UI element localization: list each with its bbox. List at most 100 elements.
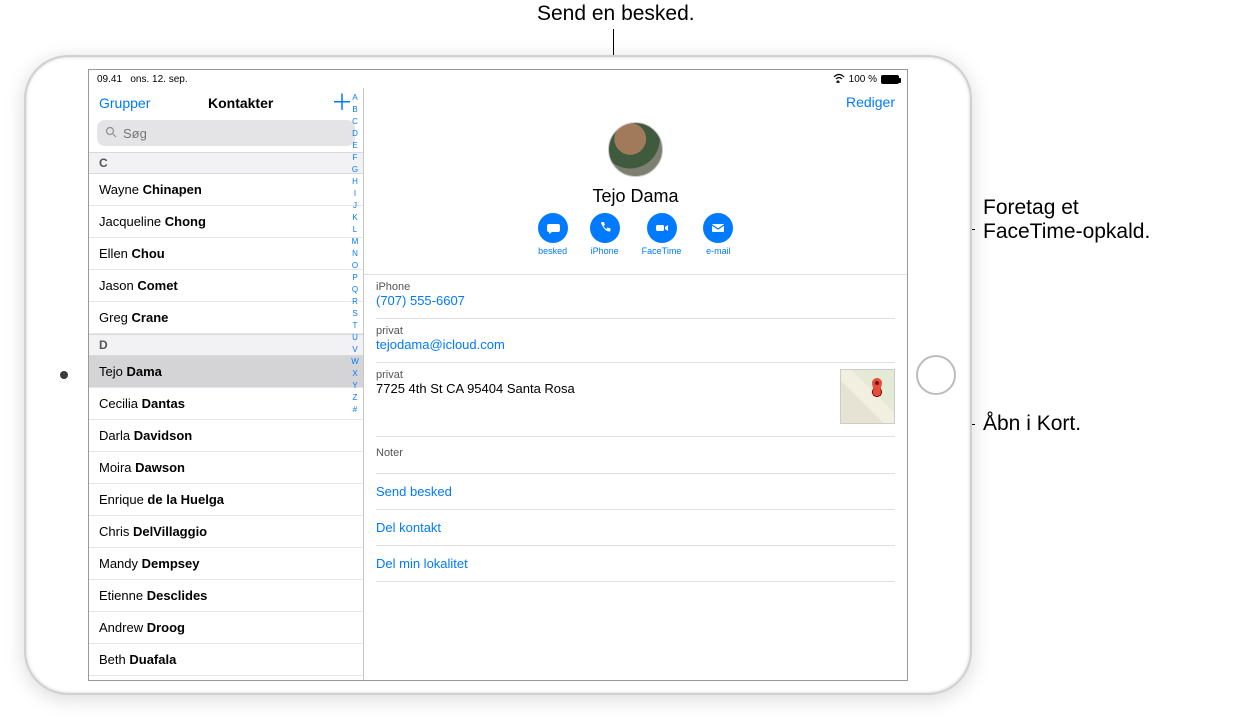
edit-button[interactable]: Rediger (846, 94, 895, 110)
index-letter[interactable]: W (349, 356, 361, 368)
contact-name: Tejo Dama (364, 186, 907, 207)
index-letter[interactable]: L (349, 224, 361, 236)
search-field[interactable] (97, 120, 355, 146)
contact-last: Dawson (135, 460, 185, 475)
alphabet-index[interactable]: ABCDEFGHIJKLMNOPQRSTUVWXYZ# (349, 90, 361, 678)
status-time: 09.41 (97, 74, 122, 85)
index-letter[interactable]: R (349, 296, 361, 308)
section-header: C (89, 152, 363, 174)
contact-first: Wayne (99, 182, 143, 197)
email-button[interactable]: e-mail (703, 213, 733, 256)
contact-row[interactable]: Cecilia Dantas (89, 388, 363, 420)
camera-dot (60, 371, 68, 379)
contact-row[interactable]: Moira Dawson (89, 452, 363, 484)
contact-row[interactable]: Enrique de la Huelga (89, 484, 363, 516)
contact-row[interactable]: Beth Duafala (89, 644, 363, 676)
contact-first: Etienne (99, 588, 147, 603)
index-letter[interactable]: C (349, 116, 361, 128)
contact-last: DelVillaggio (133, 524, 207, 539)
address-field[interactable]: privat 7725 4th St CA 95404 Santa Rosa (376, 363, 895, 437)
index-letter[interactable]: I (349, 188, 361, 200)
contact-last: Davidson (134, 428, 193, 443)
email-field-label: privat (376, 325, 895, 337)
index-letter[interactable]: U (349, 332, 361, 344)
index-letter[interactable]: D (349, 128, 361, 140)
message-icon (538, 213, 568, 243)
contact-first: Cecilia (99, 396, 142, 411)
contact-last: Comet (137, 278, 177, 293)
screen: 09.41 ons. 12. sep. 100 % Grupper Kontak… (88, 69, 908, 681)
send-message-row[interactable]: Send besked (376, 474, 895, 510)
index-letter[interactable]: X (349, 368, 361, 380)
index-letter[interactable]: # (349, 404, 361, 416)
contact-row[interactable]: Chris DelVillaggio (89, 516, 363, 548)
index-letter[interactable]: O (349, 260, 361, 272)
index-letter[interactable]: G (349, 164, 361, 176)
phone-label: iPhone (376, 281, 895, 293)
contact-row[interactable]: Wayne Chinapen (89, 174, 363, 206)
contacts-list[interactable]: CWayne ChinapenJacqueline ChongEllen Cho… (89, 152, 363, 680)
contact-last: Desclides (147, 588, 208, 603)
contact-first: Ellen (99, 246, 132, 261)
index-letter[interactable]: J (349, 200, 361, 212)
map-pin-icon (871, 378, 883, 396)
contact-row[interactable]: Mandy Dempsey (89, 548, 363, 580)
index-letter[interactable]: K (349, 212, 361, 224)
status-bar: 09.41 ons. 12. sep. 100 % (89, 70, 907, 88)
notes-section[interactable]: Noter (376, 437, 895, 474)
section-header: D (89, 334, 363, 356)
address-value: 7725 4th St CA 95404 Santa Rosa (376, 381, 895, 396)
map-thumbnail[interactable] (840, 369, 895, 424)
contact-row[interactable]: Andrew Droog (89, 612, 363, 644)
share-contact-row[interactable]: Del kontakt (376, 510, 895, 546)
annotation-open-maps: Åbn i Kort. (983, 412, 1081, 436)
index-letter[interactable]: V (349, 344, 361, 356)
message-button[interactable]: besked (538, 213, 568, 256)
annotation-send-message: Send en besked. (537, 2, 695, 26)
contact-last: Dempsey (142, 556, 200, 571)
contact-row[interactable]: Etienne Desclides (89, 580, 363, 612)
phone-field[interactable]: iPhone (707) 555-6607 (376, 275, 895, 319)
contact-row[interactable]: Greg Crane (89, 302, 363, 334)
search-input[interactable] (123, 126, 347, 141)
index-letter[interactable]: H (349, 176, 361, 188)
index-letter[interactable]: B (349, 104, 361, 116)
avatar[interactable] (608, 122, 663, 177)
call-button[interactable]: iPhone (590, 213, 620, 256)
contact-first: Mandy (99, 556, 142, 571)
groups-button[interactable]: Grupper (99, 95, 150, 111)
index-letter[interactable]: Z (349, 392, 361, 404)
index-letter[interactable]: Q (349, 284, 361, 296)
index-letter[interactable]: M (349, 236, 361, 248)
index-letter[interactable]: A (349, 92, 361, 104)
contact-row[interactable]: Ellen Chou (89, 238, 363, 270)
notes-label: Noter (376, 447, 403, 459)
index-letter[interactable]: F (349, 152, 361, 164)
contacts-sidebar: Grupper Kontakter ＋ CWayne ChinapenJacqu… (89, 88, 364, 680)
index-letter[interactable]: N (349, 248, 361, 260)
annotation-facetime: Foretag et FaceTime-opkald. (983, 196, 1150, 244)
phone-value[interactable]: (707) 555-6607 (376, 293, 895, 308)
ipad-device-frame: 09.41 ons. 12. sep. 100 % Grupper Kontak… (24, 55, 972, 695)
battery-percent: 100 % (849, 74, 877, 85)
contact-row[interactable]: Tejo Dama (89, 356, 363, 388)
index-letter[interactable]: T (349, 320, 361, 332)
contact-first: Moira (99, 460, 135, 475)
email-field[interactable]: privat tejodama@icloud.com (376, 319, 895, 363)
contact-last: Dantas (142, 396, 185, 411)
share-location-row[interactable]: Del min lokalitet (376, 546, 895, 582)
home-button[interactable] (916, 355, 956, 395)
contact-first: Beth (99, 652, 129, 667)
index-letter[interactable]: E (349, 140, 361, 152)
contact-first: Darla (99, 428, 134, 443)
index-letter[interactable]: Y (349, 380, 361, 392)
contact-row[interactable]: Jason Comet (89, 270, 363, 302)
index-letter[interactable]: S (349, 308, 361, 320)
email-value[interactable]: tejodama@icloud.com (376, 337, 895, 352)
facetime-button[interactable]: FaceTime (642, 213, 682, 256)
call-label: iPhone (591, 246, 619, 256)
contact-first: Enrique (99, 492, 147, 507)
contact-row[interactable]: Darla Davidson (89, 420, 363, 452)
index-letter[interactable]: P (349, 272, 361, 284)
contact-row[interactable]: Jacqueline Chong (89, 206, 363, 238)
